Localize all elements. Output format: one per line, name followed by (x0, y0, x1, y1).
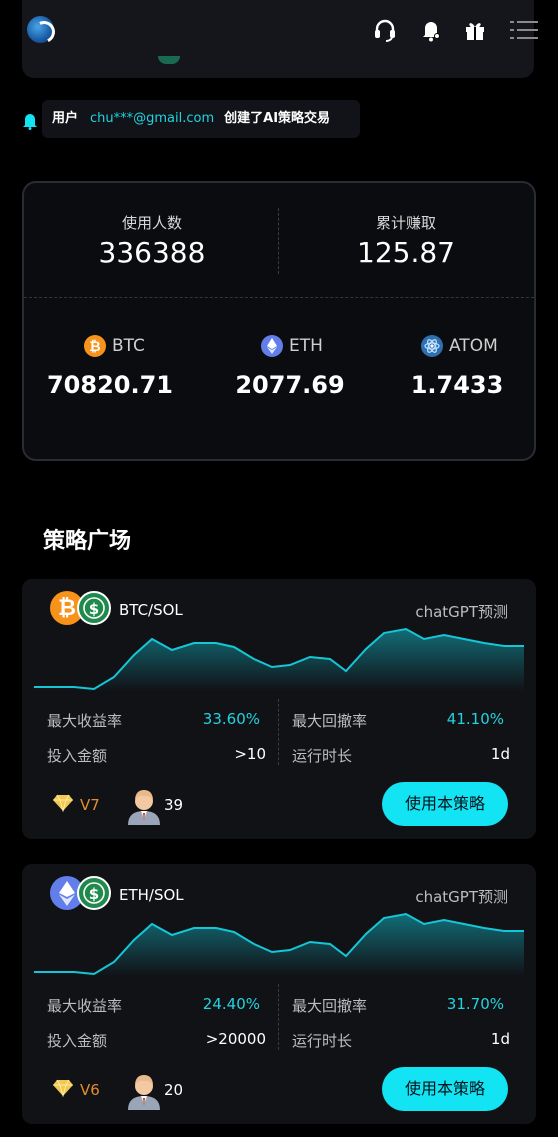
earned-label: 累计赚取 (375, 214, 436, 232)
headset-icon[interactable] (372, 17, 398, 43)
stats-divider (278, 208, 279, 274)
coin-btc-symbol: BTC (112, 336, 145, 356)
notice-user-label: 用户 (52, 111, 79, 126)
max-return-value: 33.60% (202, 710, 260, 728)
bell-icon[interactable] (418, 17, 444, 43)
earned-value: 125.87 (357, 236, 455, 269)
duration-label: 运行时长 (292, 1032, 353, 1050)
section-title: 策略广场 (43, 529, 132, 554)
notice-action: 创建了AI策略交易 (224, 111, 331, 126)
atom-icon (421, 335, 443, 357)
max-drawdown-value: 31.70% (446, 995, 504, 1013)
coin-eth-symbol: ETH (289, 336, 323, 356)
user-count: 39 (164, 796, 184, 814)
stats-hdivider (24, 297, 534, 298)
strategy-card[interactable]: $ ETH/SOL chatGPT预测 最大收益率 24.40% 最大回撤率 3… (22, 864, 536, 1124)
coin-atom-price: 1.7433 (410, 371, 504, 399)
use-strategy-button[interactable]: 使用本策略 (382, 782, 508, 826)
invest-value: >10 (234, 745, 266, 763)
strategy-card[interactable]: ₿ $ BTC/SOL chatGPT预测 最大收益率 33.60% 最大回撤率… (22, 579, 536, 839)
duration-label: 运行时长 (292, 747, 353, 765)
coin-atom: ATOM (421, 335, 498, 357)
bitcoin-icon: ₿ (84, 335, 106, 357)
max-drawdown-value: 41.10% (446, 710, 504, 728)
use-strategy-button[interactable]: 使用本策略 (382, 1067, 508, 1111)
user-count: 20 (164, 1081, 184, 1099)
ethereum-icon (261, 335, 283, 357)
metrics-divider (278, 699, 279, 765)
notice-bell-icon (23, 114, 37, 130)
duration-value: 1d (490, 1030, 510, 1048)
svg-text:₿: ₿ (89, 339, 100, 355)
max-return-value: 24.40% (202, 995, 260, 1013)
users-label: 使用人数 (121, 214, 182, 232)
coin-eth: ETH (261, 335, 323, 357)
invest-label: 投入金额 (47, 1032, 108, 1050)
level-badge: V7 (80, 796, 100, 814)
coin-btc-price: 70820.71 (46, 371, 173, 399)
max-return-label: 最大收益率 (47, 997, 123, 1015)
app-logo[interactable] (27, 16, 54, 43)
notice-email: chu***@gmail.com (90, 111, 215, 126)
svg-text:₿: ₿ (58, 596, 76, 621)
diamond-icon (53, 1079, 73, 1097)
menu-icon[interactable] (510, 17, 538, 43)
user-avatar-icon (128, 790, 160, 825)
coin-atom-symbol: ATOM (449, 336, 498, 356)
notice-banner: 用户 chu***@gmail.com 创建了AI策略交易 (42, 100, 360, 138)
max-drawdown-label: 最大回撤率 (292, 712, 368, 730)
svg-text:$: $ (89, 600, 99, 618)
diamond-icon (53, 794, 73, 812)
coin-btc: ₿ BTC (84, 335, 145, 357)
strategy-chart (34, 912, 524, 976)
strategy-pair: BTC/SOL (119, 601, 183, 619)
gift-icon[interactable] (462, 17, 488, 43)
coin-eth-price: 2077.69 (235, 371, 345, 399)
strategy-pair: ETH/SOL (119, 886, 184, 904)
metrics-divider (278, 984, 279, 1050)
duration-value: 1d (490, 745, 510, 763)
max-drawdown-label: 最大回撤率 (292, 997, 368, 1015)
strategy-chart (34, 627, 524, 691)
svg-text:$: $ (89, 885, 99, 903)
invest-label: 投入金额 (47, 747, 108, 765)
level-badge: V6 (80, 1081, 100, 1099)
invest-value: >20000 (205, 1030, 266, 1048)
users-value: 336388 (98, 236, 206, 269)
user-avatar-icon (128, 1075, 160, 1110)
max-return-label: 最大收益率 (47, 712, 123, 730)
